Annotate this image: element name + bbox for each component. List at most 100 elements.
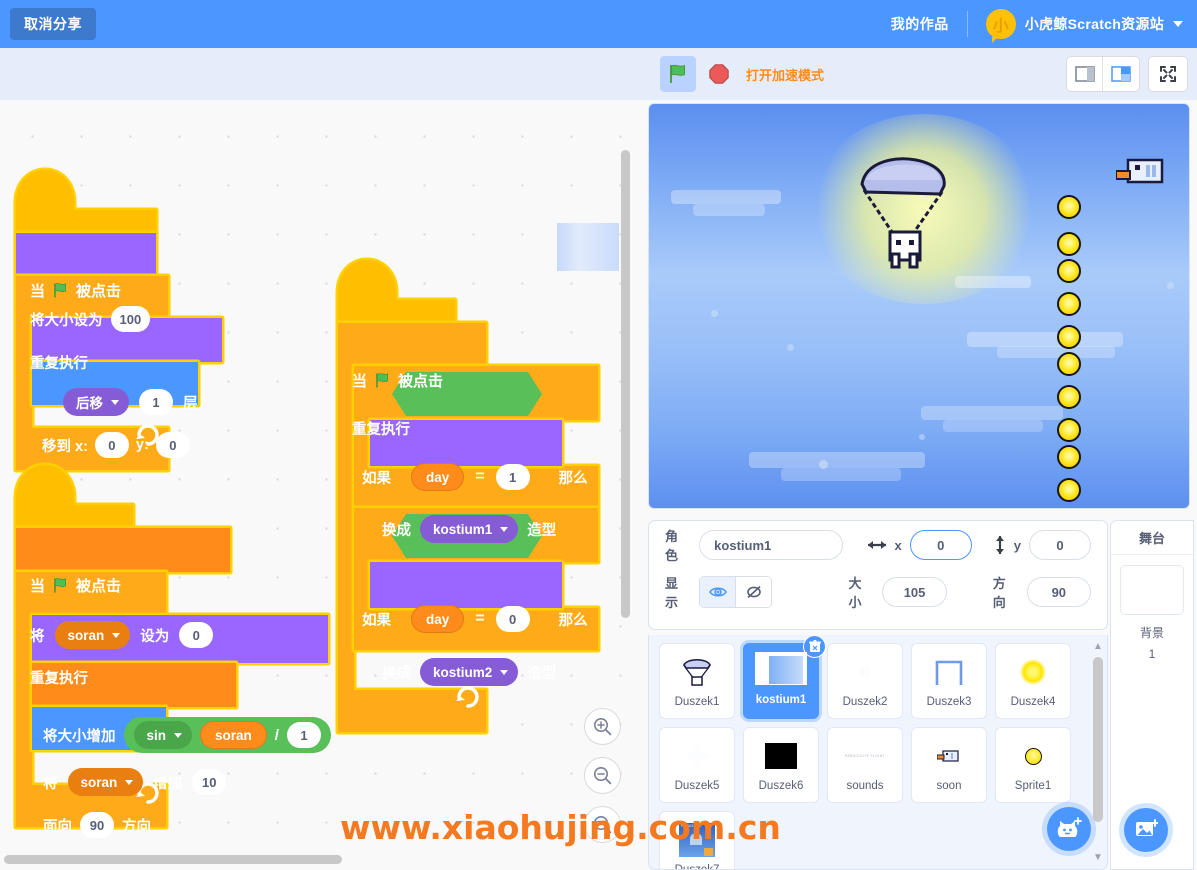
sprite-card-soon[interactable]: soon — [911, 727, 987, 803]
sprite-card-sounds[interactable]: PARACHUTE FLIGHT sounds — [827, 727, 903, 803]
hat-when-flag-clicked-1[interactable]: 当 被点击 — [30, 280, 121, 301]
hat-clicked-label: 被点击 — [398, 373, 444, 390]
script-stack-2[interactable]: 当 被点击 将 soran 设为 0 重复执行 将大小增加 sin soran … — [8, 455, 338, 870]
hat-when-flag-clicked-2[interactable]: 当 被点击 — [30, 575, 121, 596]
stage-thumbnail[interactable] — [1120, 565, 1184, 615]
coin[interactable] — [1057, 445, 1081, 469]
layer-count-value[interactable]: 1 — [139, 389, 173, 415]
add-sprite-button[interactable] — [1047, 807, 1091, 851]
hide-sprite-button[interactable] — [736, 577, 772, 607]
add-backdrop-button[interactable] — [1124, 808, 1168, 852]
code-workspace[interactable]: 当 被点击 将大小设为 100 重复执行 后移 1 层 移到 x: 0 y: 0… — [0, 100, 644, 870]
operand-variable[interactable]: soran — [200, 721, 267, 749]
sprite-card-duszek1[interactable]: Duszek1 — [659, 643, 735, 719]
set-size-block[interactable]: 将大小设为 100 — [30, 306, 151, 332]
account-menu[interactable]: 小 小虎鲸Scratch资源站 — [968, 9, 1197, 43]
sprite-card-sprite1[interactable]: Sprite1 — [995, 727, 1071, 803]
cancel-share-button[interactable]: 取消分享 — [10, 8, 96, 40]
hat-when-label: 当 — [30, 578, 46, 595]
zoom-out-button[interactable] — [584, 757, 621, 794]
parachute-character-sprite[interactable] — [854, 154, 954, 269]
condition-value-2[interactable]: 0 — [495, 606, 530, 632]
small-stage-icon — [1074, 66, 1095, 82]
turbo-mode-label[interactable]: 打开加速模式 — [746, 65, 824, 84]
x-group: x 0 — [867, 530, 972, 560]
repeat-forever-label-1[interactable]: 重复执行 — [30, 352, 88, 373]
costume-dropdown-1[interactable]: kostium1 — [420, 515, 519, 543]
switch-costume-block-2[interactable]: 换成 kostium2 造型 — [382, 658, 556, 686]
zoom-in-button[interactable] — [584, 708, 621, 745]
costume-name-2: kostium2 — [433, 664, 493, 680]
coin[interactable] — [1057, 385, 1081, 409]
stop-button[interactable] — [702, 57, 736, 91]
coin[interactable] — [1057, 292, 1081, 316]
equals-condition-2[interactable]: day = 0 — [404, 605, 530, 633]
code-vertical-scrollbar[interactable] — [621, 150, 630, 618]
fullscreen-button[interactable] — [1149, 57, 1187, 91]
sprite-card-duszek3[interactable]: Duszek3 — [911, 643, 987, 719]
equals-condition-1[interactable]: day = 1 — [404, 463, 530, 491]
script-stack-3[interactable]: 当 被点击 重复执行 如果 day = 1 那么 换成 kostium1 造型 … — [330, 250, 610, 755]
set-var-dropdown[interactable]: soran — [54, 621, 131, 649]
hat-when-flag-clicked-3[interactable]: 当 被点击 — [352, 370, 443, 391]
direction-input[interactable]: 90 — [1026, 577, 1091, 607]
math-function-dropdown[interactable]: sin — [133, 721, 193, 749]
costume-dropdown-2[interactable]: kostium2 — [420, 658, 519, 686]
point-direction-value[interactable]: 90 — [80, 812, 114, 838]
sprite-name: Duszek1 — [674, 696, 720, 708]
pixel-bird-sprite[interactable] — [1116, 156, 1168, 190]
sprite-name: Duszek6 — [758, 780, 804, 792]
change-var-value[interactable]: 10 — [192, 769, 227, 795]
add-backdrop-icon — [1136, 819, 1158, 836]
show-sprite-button[interactable] — [700, 577, 736, 607]
coin[interactable] — [1057, 232, 1081, 256]
sprite-card-duszek5[interactable]: Duszek5 — [659, 727, 735, 803]
go-back-layers-block[interactable]: 后移 1 层 — [63, 388, 198, 416]
if-block-2[interactable]: 如果 day = 0 那么 — [362, 605, 588, 633]
point-direction-block[interactable]: 面向 90 方向 — [43, 812, 151, 838]
change-var-dropdown[interactable]: soran — [67, 768, 144, 796]
if-block-1[interactable]: 如果 day = 1 那么 — [362, 463, 588, 491]
green-flag-button[interactable] — [660, 56, 696, 92]
repeat-forever-label-2[interactable]: 重复执行 — [30, 667, 88, 688]
stage[interactable] — [648, 103, 1190, 509]
condition-variable-2[interactable]: day — [411, 605, 465, 633]
sprite-card-duszek2[interactable]: Duszek2 — [827, 643, 903, 719]
coin[interactable] — [1057, 325, 1081, 349]
sprite-list-panel: Duszek1 kostium1 Duszek2 Duszek3 Duszek4… — [648, 635, 1108, 870]
sprite-card-duszek6[interactable]: Duszek6 — [743, 727, 819, 803]
coin[interactable] — [1057, 418, 1081, 442]
layer-direction-dropdown[interactable]: 后移 — [63, 388, 129, 416]
zoom-reset-button[interactable] — [584, 806, 621, 843]
sprite-card-duszek4[interactable]: Duszek4 — [995, 643, 1071, 719]
switch-costume-block-1[interactable]: 换成 kostium1 造型 — [382, 515, 556, 543]
coin[interactable] — [1057, 352, 1081, 376]
coin[interactable] — [1057, 195, 1081, 219]
sprite-name-input[interactable]: kostium1 — [699, 530, 843, 560]
set-variable-block[interactable]: 将 soran 设为 0 — [30, 621, 214, 649]
coin[interactable] — [1057, 259, 1081, 283]
change-variable-block[interactable]: 将 soran 增加 10 — [43, 768, 227, 796]
small-stage-button[interactable] — [1067, 57, 1103, 91]
size-input[interactable]: 105 — [882, 577, 947, 607]
set-size-value[interactable]: 100 — [110, 306, 151, 332]
repeat-forever-label-3[interactable]: 重复执行 — [352, 418, 410, 439]
sprite-card-kostium1[interactable]: kostium1 — [743, 635, 826, 719]
condition-value-1[interactable]: 1 — [495, 464, 530, 490]
divisor-value[interactable]: 1 — [286, 722, 321, 748]
my-works-link[interactable]: 我的作品 — [873, 14, 967, 34]
sprite-card-duszek7[interactable]: PARACHUTE Duszek7 — [659, 811, 735, 869]
direction-group: 方向 90 — [993, 573, 1091, 611]
sprite-list-scrollbar[interactable] — [1093, 657, 1103, 822]
set-var-value[interactable]: 0 — [179, 622, 214, 648]
sprite-scroll-down-arrow[interactable]: ▼ — [1092, 852, 1104, 863]
division-operator-block[interactable]: sin soran / 1 — [123, 717, 331, 753]
code-horizontal-scrollbar[interactable] — [4, 855, 342, 864]
coin[interactable] — [1057, 478, 1081, 502]
change-size-block[interactable]: 将大小增加 sin soran / 1 — [43, 717, 331, 753]
y-input[interactable]: 0 — [1029, 530, 1091, 560]
x-input[interactable]: 0 — [909, 530, 972, 560]
sprite-scroll-up-arrow[interactable]: ▲ — [1092, 641, 1104, 652]
large-stage-button[interactable] — [1103, 57, 1139, 91]
condition-variable-1[interactable]: day — [411, 463, 465, 491]
